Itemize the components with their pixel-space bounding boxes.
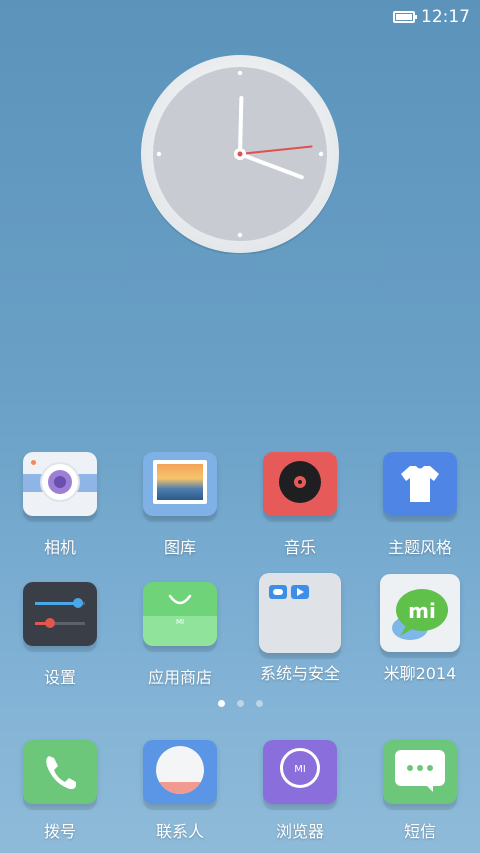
app-gallery[interactable]: 图库 <box>120 452 240 558</box>
browser-icon: MI <box>263 740 337 804</box>
app-label: 相机 <box>43 538 76 557</box>
app-label: 图库 <box>163 538 196 557</box>
contacts-icon <box>143 740 217 804</box>
app-mitalk[interactable]: mi 米聊2014 <box>360 574 480 688</box>
status-time: 12:17 <box>421 7 470 27</box>
analog-clock-widget[interactable] <box>140 54 340 254</box>
gallery-icon <box>143 452 217 516</box>
app-settings[interactable]: 设置 <box>0 582 120 688</box>
app-store-icon: MI <box>143 582 217 646</box>
app-label: 系统与安全 <box>259 664 340 683</box>
messages-icon <box>383 740 457 804</box>
camera-icon <box>23 452 97 516</box>
app-theme[interactable]: 主题风格 <box>360 452 480 558</box>
app-label: 音乐 <box>283 538 316 557</box>
app-store[interactable]: MI 应用商店 <box>120 582 240 688</box>
app-label: 短信 <box>403 822 436 841</box>
status-bar: 12:17 <box>0 0 480 34</box>
app-label: 拨号 <box>43 822 76 841</box>
phone-icon <box>23 740 97 804</box>
clock-marker <box>237 70 243 76</box>
app-grid-row-2: 设置 MI 应用商店 系统与安全 mi 米聊2014 <box>0 573 480 688</box>
app-music[interactable]: 音乐 <box>240 452 360 558</box>
page-dot-active[interactable] <box>217 700 225 707</box>
page-indicator <box>0 700 480 707</box>
clock-marker <box>156 151 162 157</box>
music-icon <box>263 452 337 516</box>
page-dot[interactable] <box>255 700 263 707</box>
svg-text:mi: mi <box>408 599 436 623</box>
app-messages[interactable]: 短信 <box>360 740 480 842</box>
app-contacts[interactable]: 联系人 <box>120 740 240 842</box>
folder-icon <box>259 573 341 653</box>
settings-icon <box>23 582 97 646</box>
app-label: 米聊2014 <box>383 664 457 683</box>
app-browser[interactable]: MI 浏览器 <box>240 740 360 842</box>
page-dot[interactable] <box>236 700 244 707</box>
app-label: 浏览器 <box>275 822 324 841</box>
mitalk-icon: mi <box>380 574 460 652</box>
app-folder-system[interactable]: 系统与安全 <box>240 573 360 688</box>
dock: 拨号 联系人 MI 浏览器 短信 <box>0 740 480 842</box>
app-camera[interactable]: 相机 <box>0 452 120 558</box>
app-label: 应用商店 <box>147 668 212 687</box>
clock-marker <box>318 151 324 157</box>
app-grid-row-1: 相机 图库 音乐 主题风格 <box>0 452 480 558</box>
clock-minute-hand <box>238 96 244 156</box>
theme-icon <box>383 452 457 516</box>
battery-full-icon <box>393 11 417 23</box>
svg-text:MI: MI <box>294 764 306 775</box>
app-label: 主题风格 <box>387 538 452 557</box>
app-phone[interactable]: 拨号 <box>0 740 120 842</box>
clock-marker <box>237 232 243 238</box>
app-label: 设置 <box>43 668 76 687</box>
app-label: 联系人 <box>155 822 204 841</box>
svg-text:MI: MI <box>176 618 184 626</box>
